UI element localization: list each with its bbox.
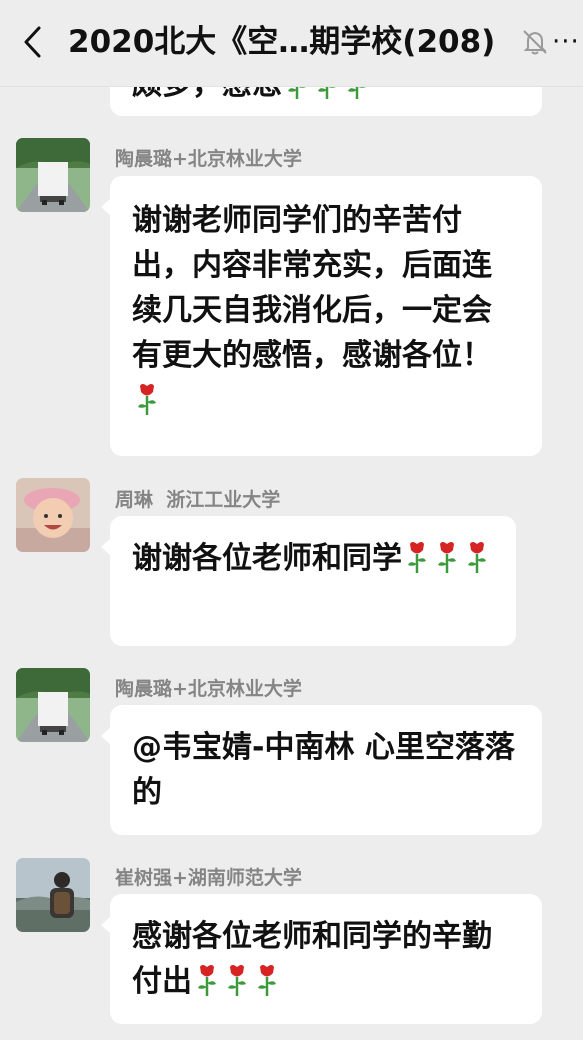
chat-title: 2020北大《空…期学校(208)	[68, 24, 496, 60]
more-options-button[interactable]: ···	[552, 22, 583, 62]
message-text: 感谢各位老师和同学的辛勤付出	[132, 919, 492, 999]
rose-icon	[256, 963, 278, 1010]
rose-icon	[436, 540, 458, 587]
rose-emoji-group	[402, 541, 492, 576]
sender-name: 陶晨璐+北京林业大学	[115, 148, 302, 170]
rose-emoji-group	[192, 964, 282, 999]
rose-icon	[136, 382, 158, 429]
message-text: @韦宝婧-中南林 心里空落落的	[132, 730, 515, 810]
message-bubble[interactable]: @韦宝婧-中南林 心里空落落的	[101, 705, 542, 835]
chat-header: 2020北大《空…期学校(208) ···	[0, 0, 583, 87]
message-text: 谢谢各位老师和同学	[132, 541, 402, 576]
avatar-truck[interactable]	[16, 668, 90, 742]
rose-icon	[466, 540, 488, 587]
rose-icon	[406, 540, 428, 587]
message-bubble[interactable]: 谢谢各位老师和同学	[101, 516, 516, 646]
avatar-backpacker[interactable]	[16, 858, 90, 932]
rose-icon	[196, 963, 218, 1010]
bell-off-icon	[520, 27, 550, 57]
chevron-left-icon	[24, 26, 41, 58]
message-bubble[interactable]: 感谢各位老师和同学的辛勤付出	[101, 894, 542, 1024]
avatar-child[interactable]	[16, 478, 90, 552]
back-button[interactable]	[14, 24, 50, 60]
message-text: 谢谢老师同学们的辛苦付出，内容非常充实，后面连续几天自我消化后，一定会有更大的感…	[132, 203, 492, 373]
sender-name: 周琳 浙江工业大学	[115, 489, 281, 511]
sender-name: 陶晨璐+北京林业大学	[115, 678, 302, 700]
rose-icon	[226, 963, 248, 1010]
avatar-truck[interactable]	[16, 138, 90, 212]
sender-name: 崔树强+湖南师范大学	[115, 867, 302, 889]
message-bubble[interactable]: 谢谢老师同学们的辛苦付出，内容非常充实，后面连续几天自我消化后，一定会有更大的感…	[101, 176, 542, 456]
chat-message-list[interactable]: 颇多，感恩 陶晨璐+北京林业大学 谢谢老师同学们的辛苦付出，内容非常充实，后面连…	[0, 0, 583, 1040]
